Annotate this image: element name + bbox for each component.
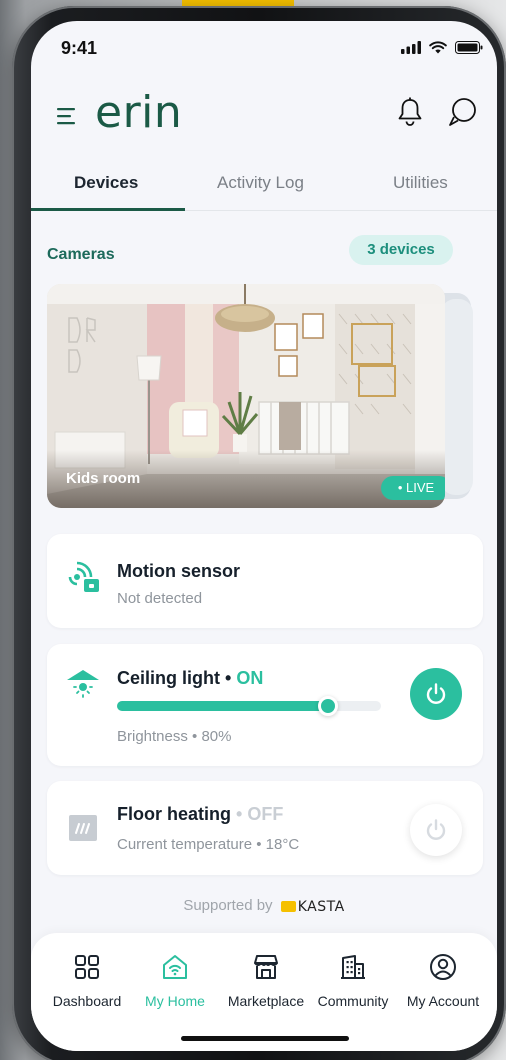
bell-icon[interactable] [397, 97, 423, 127]
app-header: erin [31, 81, 497, 151]
home-wifi-icon [163, 955, 187, 979]
floor-heating-title: Floor heating • OFF [117, 804, 283, 825]
floor-heating-power-button[interactable] [410, 804, 462, 856]
power-icon [426, 683, 446, 704]
ceiling-light-card[interactable]: Ceiling light • ON Brightness • 80% [47, 644, 483, 766]
brightness-slider-handle[interactable] [318, 696, 338, 716]
nav-label: My Home [145, 993, 205, 1009]
ceiling-light-icon [67, 670, 99, 698]
live-status-badge: • LIVE [381, 476, 445, 500]
supported-by-text: Supported by [183, 897, 273, 914]
ceiling-light-power-button[interactable] [410, 668, 462, 720]
ceiling-light-name: Ceiling light [117, 668, 220, 688]
signal-icon [401, 41, 421, 54]
kasta-mark-icon [280, 901, 296, 913]
tab-bar: Devices Activity Log Utilities [31, 163, 497, 211]
nav-my-account[interactable]: My Account [403, 953, 483, 1009]
nav-my-home[interactable]: My Home [139, 953, 211, 1009]
status-bar: 9:41 [31, 21, 497, 77]
home-indicator[interactable] [181, 1036, 349, 1041]
grid-icon [75, 955, 99, 979]
camera-feed-card[interactable]: Kids room • LIVE [47, 284, 445, 508]
device-count-badge: 3 devices [349, 235, 453, 265]
status-icons [401, 41, 483, 54]
kasta-brand-text: KASTA [297, 898, 345, 915]
cameras-section-title: Cameras [47, 246, 115, 263]
kasta-logo: KASTA [280, 898, 345, 915]
power-icon [426, 819, 446, 840]
camera-name: Kids room [66, 470, 141, 487]
floor-heating-card[interactable]: Floor heating • OFF Current temperature … [47, 781, 483, 875]
ceiling-light-title: Ceiling light • ON [117, 668, 263, 689]
motion-sensor-status: Not detected [117, 590, 203, 607]
nav-label: Community [317, 993, 389, 1009]
nav-dashboard[interactable]: Dashboard [51, 953, 123, 1009]
status-time: 9:41 [61, 38, 98, 58]
state-separator: • [236, 804, 243, 824]
camera-card-stack-middle [441, 299, 473, 495]
floor-heating-state: OFF [247, 804, 284, 824]
nav-label: Dashboard [52, 993, 122, 1009]
menu-icon[interactable] [57, 107, 79, 125]
tab-utilities[interactable]: Utilities [393, 173, 448, 193]
building-icon [341, 955, 365, 979]
nav-label: Marketplace [227, 993, 305, 1009]
motion-sensor-card[interactable]: Motion sensor Not detected [47, 534, 483, 628]
brightness-slider[interactable] [117, 696, 381, 716]
store-icon [254, 955, 278, 979]
nav-community[interactable]: Community [315, 953, 391, 1009]
battery-icon [455, 41, 483, 54]
active-tab-indicator [31, 208, 185, 211]
nav-marketplace[interactable]: Marketplace [221, 953, 311, 1009]
floor-heating-icon [69, 815, 97, 841]
motion-sensor-title: Motion sensor [117, 561, 241, 581]
tab-devices[interactable]: Devices [74, 173, 138, 193]
nav-label: My Account [406, 993, 480, 1009]
app-logo: erin [95, 87, 183, 138]
floor-heating-temperature: Current temperature • 18°C [117, 836, 300, 853]
ceiling-light-state: ON [236, 668, 264, 688]
brightness-slider-fill [117, 701, 328, 711]
chat-icon[interactable] [447, 97, 477, 127]
app-screen: 9:41 erin Devices Activity Log Utilities… [31, 21, 497, 1051]
wifi-icon [429, 41, 447, 54]
brightness-label: Brightness • 80% [117, 728, 232, 745]
floor-heating-name: Floor heating [117, 804, 231, 824]
tab-activity-log[interactable]: Activity Log [217, 173, 304, 193]
motion-sensor-icon [68, 561, 99, 592]
state-separator: • [225, 668, 232, 688]
bottom-navigation: Dashboard My Home Marketplace Community … [31, 933, 497, 1051]
supported-by-footer: Supported by KASTA [31, 897, 497, 915]
user-circle-icon [430, 954, 456, 980]
